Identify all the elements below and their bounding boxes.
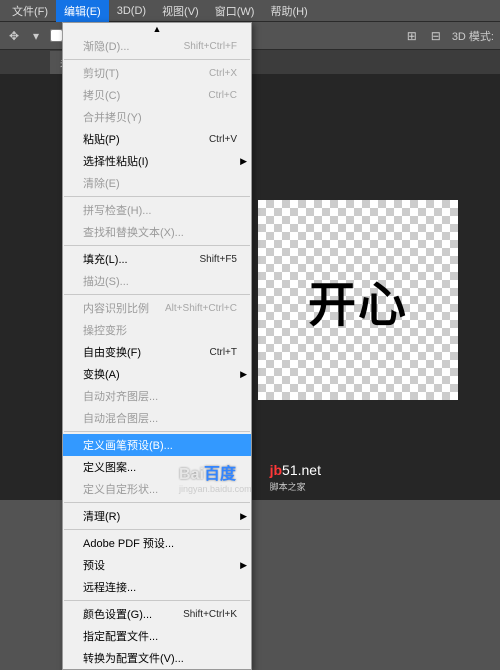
menu-item[interactable]: 远程连接... [63,576,251,598]
watermark: Bai百度 jingyan.baidu.com jb51.net 脚本之家 [179,460,321,494]
menu-item-label: 拼写检查(H)... [83,202,151,218]
dropdown-icon[interactable]: ▾ [28,28,44,44]
menu-shortcut: Ctrl+T [210,347,238,358]
menu-item: 清除(E) [63,172,251,194]
menu-item-label: 合并拷贝(Y) [83,109,142,125]
menu-item-label: 清除(E) [83,175,120,191]
baidu-url: jingyan.baidu.com [179,484,252,494]
menu-item-label: 自由变换(F) [83,344,141,360]
menu-item[interactable]: 指定配置文件... [63,625,251,647]
menu-shortcut: Ctrl+V [209,134,237,145]
menu-item-label: Adobe PDF 预设... [83,535,174,551]
menu-item-label: 剪切(T) [83,65,119,81]
menu-item-label: 自动对齐图层... [83,388,158,404]
menu-item[interactable]: 颜色设置(G)... Shift+Ctrl+K [63,603,251,625]
menu-item[interactable]: 转换为配置文件(V)... [63,647,251,669]
jb-sub: 脚本之家 [270,480,321,493]
menu-item[interactable]: 预设 ▶ [63,554,251,576]
menu-item[interactable]: Adobe PDF 预设... [63,532,251,554]
menu-item: 描边(S)... [63,270,251,292]
menu-item: 内容识别比例 Alt+Shift+Ctrl+C [63,297,251,319]
submenu-arrow-icon: ▶ [240,156,247,167]
menu-item[interactable]: 填充(L)... Shift+F5 [63,248,251,270]
menu-item: 拷贝(C) Ctrl+C [63,84,251,106]
menu-separator [64,245,250,246]
menu-shortcut: Shift+Ctrl+F [184,41,237,52]
jb-red: jb [270,462,282,478]
menu-item: 拼写检查(H)... [63,199,251,221]
menu-shortcut: Alt+Shift+Ctrl+C [165,303,237,314]
menu-item: 剪切(T) Ctrl+X [63,62,251,84]
align-icon[interactable]: ⊞ [404,28,420,44]
menu-item-label: 查找和替换文本(X)... [83,224,184,240]
menu-item-label: 指定配置文件... [83,628,158,644]
menu-separator [64,196,250,197]
distribute-icon[interactable]: ⊟ [428,28,444,44]
menubar: 文件(F) 编辑(E) 3D(D) 视图(V) 窗口(W) 帮助(H) [0,0,500,22]
baidu-logo-text: Bai [179,466,204,483]
menu-shortcut: Ctrl+C [208,90,237,101]
menu-item-label: 变换(A) [83,366,120,382]
menu-edit[interactable]: 编辑(E) [56,0,109,22]
menu-item: 合并拷贝(Y) [63,106,251,128]
submenu-arrow-icon: ▶ [240,369,247,380]
menu-item[interactable]: 定义画笔预设(B)... [63,434,251,456]
menu-item-label: 渐隐(D)... [83,38,129,54]
menu-shortcut: Ctrl+X [209,68,237,79]
menu-item[interactable]: 粘贴(P) Ctrl+V [63,128,251,150]
menu-item: 查找和替换文本(X)... [63,221,251,243]
mode-3d-label: 3D 模式: [452,28,494,44]
menu-view[interactable]: 视图(V) [154,0,207,22]
menu-item-label: 填充(L)... [83,251,128,267]
menu-separator [64,294,250,295]
baidu-logo-cn: 百度 [204,466,236,483]
menu-item[interactable]: 变换(A) ▶ [63,363,251,385]
jb-rest: 51.net [282,462,321,478]
menu-item-label: 定义图案... [83,459,136,475]
submenu-arrow-icon: ▶ [240,511,247,522]
menu-item-label: 选择性粘贴(I) [83,153,148,169]
menu-separator [64,529,250,530]
menu-item: 自动对齐图层... [63,385,251,407]
menu-window[interactable]: 窗口(W) [207,0,263,22]
canvas[interactable]: 开心 [258,200,458,400]
menu-item-label: 预设 [83,557,105,573]
menu-help[interactable]: 帮助(H) [262,0,315,22]
menu-separator [64,600,250,601]
canvas-text: 开心 [308,265,408,335]
menu-separator [64,431,250,432]
menu-item: 渐隐(D)... Shift+Ctrl+F [63,35,251,57]
menu-shortcut: Shift+F5 [199,254,237,265]
menu-item-label: 自动混合图层... [83,410,158,426]
move-tool-icon[interactable]: ✥ [6,28,22,44]
menu-item-label: 操控变形 [83,322,127,338]
menu-separator [64,502,250,503]
menu-file[interactable]: 文件(F) [4,0,56,22]
menu-shortcut: Shift+Ctrl+K [183,609,237,620]
submenu-arrow-icon: ▶ [240,560,247,571]
menu-item-label: 内容识别比例 [83,300,149,316]
menu-item: 操控变形 [63,319,251,341]
menu-item-label: 拷贝(C) [83,87,120,103]
menu-item[interactable]: 清理(R) ▶ [63,505,251,527]
menu-item-label: 粘贴(P) [83,131,120,147]
edit-menu-dropdown: ▲ 渐隐(D)... Shift+Ctrl+F 剪切(T) Ctrl+X 拷贝(C) Ct… [62,22,252,670]
menu-item-label: 描边(S)... [83,273,129,289]
scroll-up-arrow[interactable]: ▲ [63,23,251,35]
menu-item[interactable]: 自由变换(F) Ctrl+T [63,341,251,363]
menu-item: 自动混合图层... [63,407,251,429]
menu-item[interactable]: 选择性粘贴(I) ▶ [63,150,251,172]
menu-item-label: 定义画笔预设(B)... [83,437,173,453]
menu-separator [64,59,250,60]
menu-item-label: 颜色设置(G)... [83,606,152,622]
menu-item-label: 远程连接... [83,579,136,595]
menu-item-label: 清理(R) [83,508,120,524]
menu-item-label: 定义自定形状... [83,481,158,497]
menu-item-label: 转换为配置文件(V)... [83,650,184,666]
menu-3d[interactable]: 3D(D) [109,2,154,20]
